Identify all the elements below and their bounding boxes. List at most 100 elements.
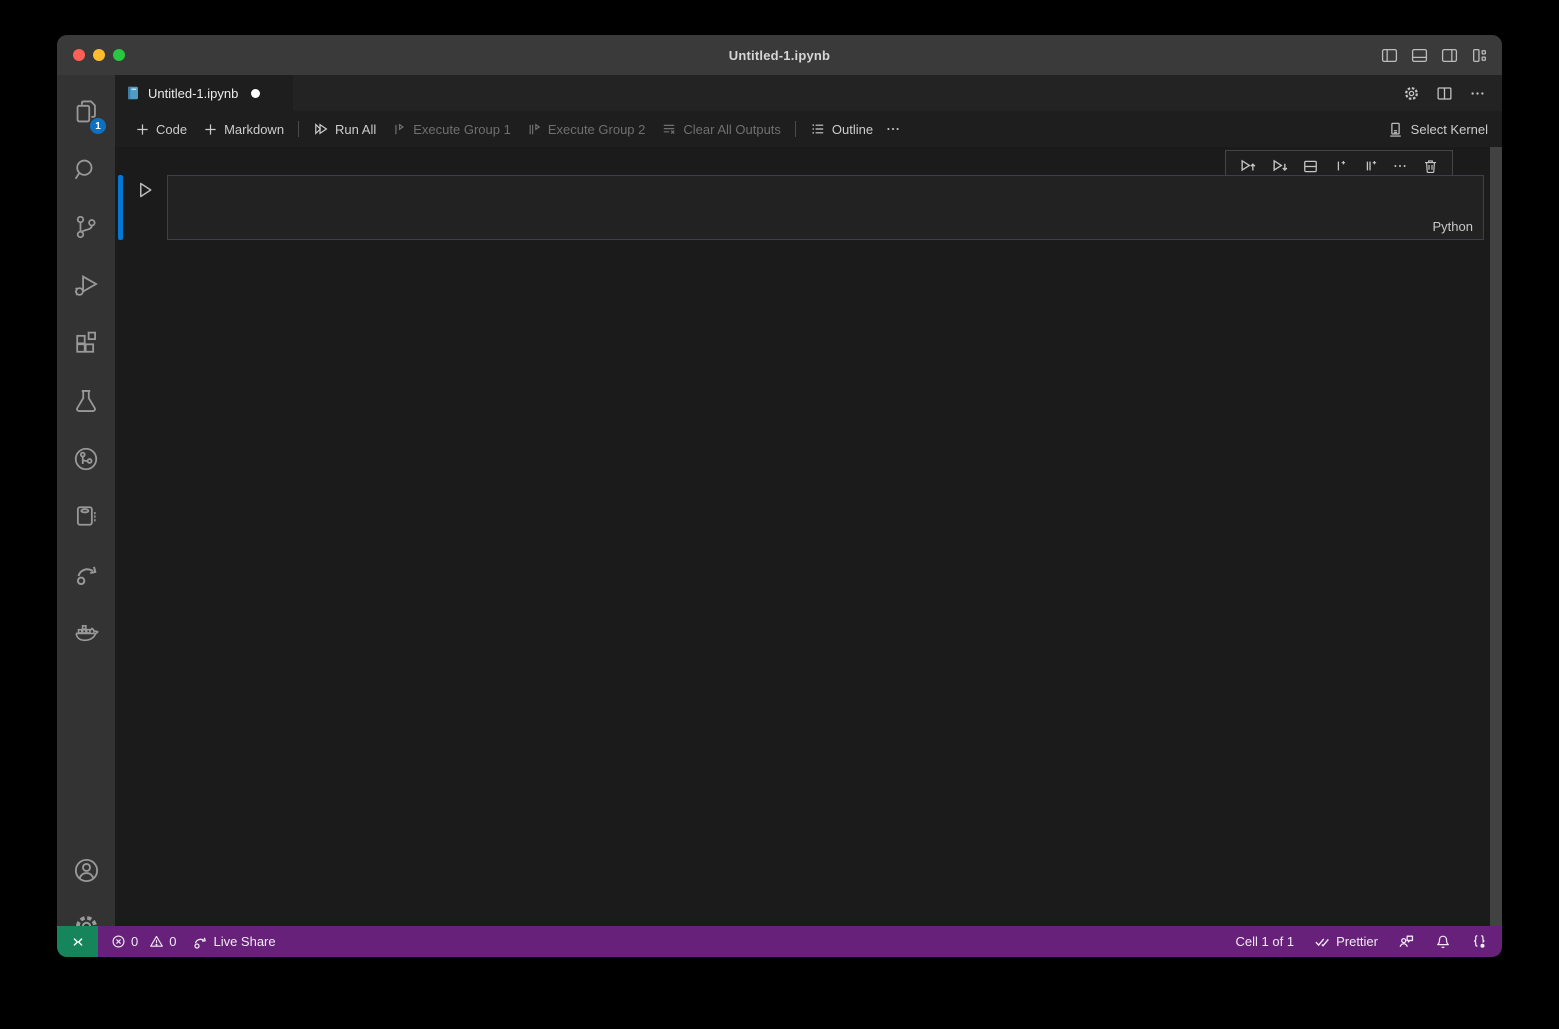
- window-title: Untitled-1.ipynb: [57, 48, 1502, 63]
- status-bar: 0 0 Live Share Cell 1 of 1 Prettier: [57, 926, 1502, 957]
- execute-above-icon[interactable]: [1239, 157, 1257, 175]
- delete-cell-icon[interactable]: [1422, 158, 1439, 175]
- run-debug-icon: [73, 272, 99, 298]
- outline-button[interactable]: Outline: [802, 116, 881, 142]
- select-kernel-button[interactable]: Select Kernel: [1387, 121, 1488, 138]
- extensions-icon: [73, 330, 99, 356]
- execute-group-icon: [392, 122, 407, 137]
- outline-icon: [810, 121, 826, 137]
- layout-sidebar-left-icon[interactable]: [1381, 47, 1398, 64]
- source-control-icon: [73, 214, 99, 240]
- more-cell-actions-icon[interactable]: [1392, 158, 1408, 174]
- layout-panel-icon[interactable]: [1411, 47, 1428, 64]
- notebook-file-icon: [125, 85, 141, 101]
- layout-customize-icon[interactable]: [1471, 47, 1488, 64]
- tab-dirty-indicator[interactable]: [251, 89, 260, 98]
- notifications-button[interactable]: [1435, 934, 1451, 950]
- execute-group-icon: [527, 122, 542, 137]
- insert-cell-right-icon[interactable]: [1363, 158, 1379, 174]
- zoom-window-button[interactable]: [113, 49, 125, 61]
- kernel-icon: [1387, 121, 1404, 138]
- gear-icon[interactable]: [1403, 85, 1420, 102]
- sidebar-item-jupyter[interactable]: [57, 492, 115, 540]
- sidebar-item-git-graph[interactable]: [57, 435, 115, 483]
- notebook-toolbar: Code Markdown Run All Execute Group 1 Ex…: [115, 111, 1502, 147]
- sidebar-item-explorer[interactable]: 1: [57, 88, 115, 136]
- sidebar-item-source-control[interactable]: [57, 203, 115, 251]
- clear-all-outputs-label: Clear All Outputs: [683, 122, 781, 137]
- minimize-window-button[interactable]: [93, 49, 105, 61]
- notebook-scrollbar[interactable]: [1490, 147, 1502, 926]
- plus-icon: [203, 122, 218, 137]
- error-count: 0: [131, 934, 138, 949]
- bell-icon: [1435, 934, 1451, 950]
- explorer-badge: 1: [90, 118, 106, 134]
- formatter-status[interactable]: Prettier: [1314, 933, 1378, 950]
- formatter-label: Prettier: [1336, 934, 1378, 949]
- traffic-lights: [73, 35, 125, 75]
- cell-language-picker[interactable]: Python: [1433, 219, 1473, 234]
- git-graph-icon: [73, 446, 99, 472]
- tab-bar: Untitled-1.ipynb: [115, 75, 1502, 111]
- execute-below-icon[interactable]: [1271, 157, 1289, 175]
- execute-group-1-button[interactable]: Execute Group 1: [384, 116, 519, 142]
- sidebar-item-run-debug[interactable]: [57, 261, 115, 309]
- error-icon: [111, 934, 126, 949]
- sidebar-item-live-share[interactable]: [57, 550, 115, 598]
- docker-icon: [73, 619, 99, 645]
- sidebar-item-testing[interactable]: [57, 377, 115, 425]
- execute-group-2-button[interactable]: Execute Group 2: [519, 116, 654, 142]
- toolbar-separator: [298, 121, 299, 137]
- testing-icon: [73, 388, 99, 414]
- tab-label: Untitled-1.ipynb: [148, 86, 238, 101]
- remote-indicator[interactable]: [57, 926, 98, 957]
- braces-dot-icon: [1471, 933, 1488, 950]
- outline-label: Outline: [832, 122, 873, 137]
- cell-position-indicator[interactable]: Cell 1 of 1: [1236, 934, 1295, 949]
- problems-indicator[interactable]: 0 0: [111, 934, 176, 949]
- clear-outputs-icon: [661, 121, 677, 137]
- cell-position-label: Cell 1 of 1: [1236, 934, 1295, 949]
- more-actions-button[interactable]: [881, 116, 905, 142]
- select-kernel-label: Select Kernel: [1411, 122, 1488, 137]
- ellipsis-icon: [885, 121, 901, 137]
- double-check-icon: [1314, 933, 1331, 950]
- warning-count: 0: [169, 934, 176, 949]
- add-code-label: Code: [156, 122, 187, 137]
- sidebar-item-docker[interactable]: [57, 608, 115, 656]
- account-icon: [73, 857, 100, 884]
- clear-all-outputs-button[interactable]: Clear All Outputs: [653, 116, 789, 142]
- add-markdown-label: Markdown: [224, 122, 284, 137]
- cell-focus-indicator: [118, 175, 123, 240]
- close-window-button[interactable]: [73, 49, 85, 61]
- live-share-small-icon: [192, 934, 208, 950]
- add-code-cell-button[interactable]: Code: [127, 116, 195, 142]
- feedback-icon: [1398, 933, 1415, 950]
- feedback-button[interactable]: [1398, 933, 1415, 950]
- run-all-icon: [313, 121, 329, 137]
- sidebar-item-account[interactable]: [57, 846, 115, 894]
- add-markdown-cell-button[interactable]: Markdown: [195, 116, 292, 142]
- layout-sidebar-right-icon[interactable]: [1441, 47, 1458, 64]
- title-bar: Untitled-1.ipynb: [57, 35, 1502, 75]
- sidebar-item-extensions[interactable]: [57, 319, 115, 367]
- plus-icon: [135, 122, 150, 137]
- vscode-window: Untitled-1.ipynb 1: [57, 35, 1502, 957]
- execute-group-2-label: Execute Group 2: [548, 122, 646, 137]
- jupyter-notebook-icon: [73, 503, 99, 529]
- cell-code-editor[interactable]: Python: [167, 175, 1484, 240]
- run-cell-button[interactable]: [135, 180, 155, 200]
- live-share-status[interactable]: Live Share: [192, 934, 275, 950]
- split-editor-icon[interactable]: [1436, 85, 1453, 102]
- split-cell-icon[interactable]: [1302, 158, 1319, 175]
- insert-cell-left-icon[interactable]: [1333, 158, 1349, 174]
- execute-group-1-label: Execute Group 1: [413, 122, 511, 137]
- tab-untitled-1-ipynb[interactable]: Untitled-1.ipynb: [115, 75, 293, 111]
- notebook-editor: Python: [115, 147, 1502, 926]
- braces-indicator[interactable]: [1471, 933, 1488, 950]
- ellipsis-icon[interactable]: [1469, 85, 1486, 102]
- sidebar-item-search[interactable]: [57, 146, 115, 194]
- search-icon: [73, 157, 99, 183]
- live-share-icon: [73, 561, 99, 587]
- run-all-button[interactable]: Run All: [305, 116, 384, 142]
